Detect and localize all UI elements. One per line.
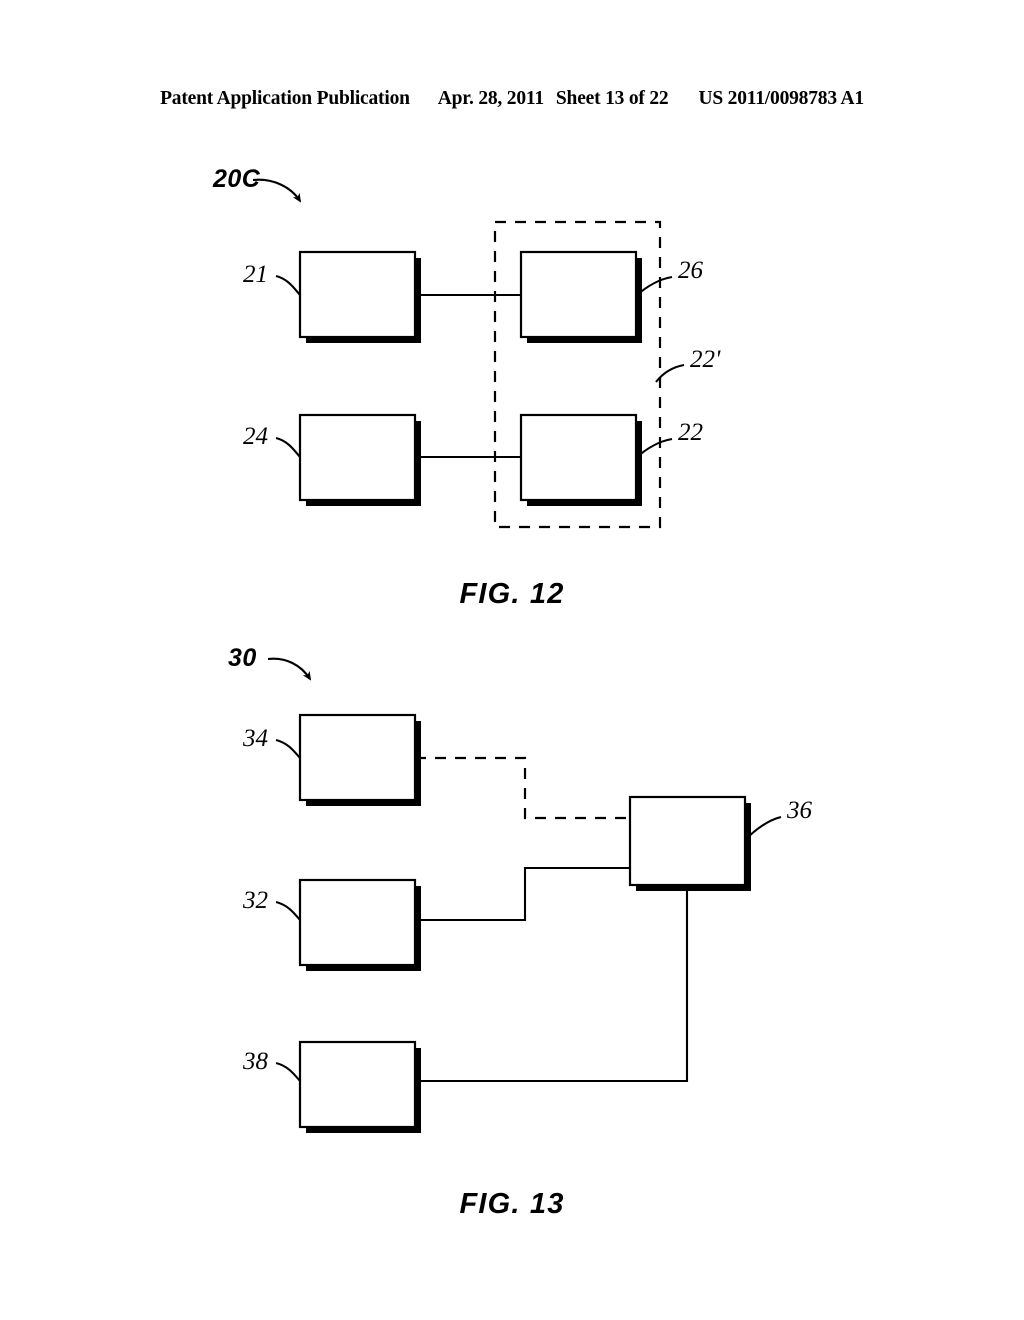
- fig-12-ref-26: 26: [678, 257, 703, 284]
- fig-12-system-label: 20C: [213, 165, 261, 193]
- fig-13-system-label: 30: [228, 644, 257, 672]
- fig-12-leader-22-prime: [655, 363, 685, 383]
- box-21-shadow: [306, 258, 421, 343]
- fig-12-caption: FIG. 12: [459, 578, 565, 610]
- box-38: [298, 1040, 417, 1129]
- fig-12-group: [252, 178, 685, 529]
- box-36: [628, 795, 747, 887]
- fig-12-leader-22: [635, 437, 673, 459]
- box-38-shadow: [306, 1048, 421, 1133]
- fig-12-ref-22: 22: [678, 419, 703, 446]
- header-date: Apr. 28, 2011: [437, 88, 544, 109]
- figure-linework: [252, 178, 782, 1133]
- box-32: [298, 878, 417, 967]
- box-21: [298, 250, 417, 339]
- box-36-shadow: [636, 803, 751, 891]
- fig-13-connector-34-36: [415, 756, 630, 820]
- fig-12-leader-21: [275, 274, 301, 296]
- fig-13-leader-32: [275, 900, 301, 921]
- box-32-shadow: [306, 886, 421, 971]
- fig-12-ref-24: 24: [243, 423, 268, 450]
- fig-13-connector-32-36: [415, 866, 630, 922]
- box-24-shadow: [306, 421, 421, 506]
- fig-13-connector-36-38: [415, 885, 689, 1083]
- fig-13-leader-36: [744, 815, 782, 841]
- fig-13-caption: FIG. 13: [459, 1188, 565, 1220]
- fig-13-ref-32: 32: [243, 887, 268, 914]
- box-22-shadow: [527, 421, 642, 506]
- page-header: Patent Application Publication Apr. 28, …: [0, 88, 1024, 114]
- fig-12-ref-21: 21: [243, 261, 268, 288]
- fig-12-dashed-enclosure: [493, 220, 662, 529]
- fig-13-ref-34: 34: [243, 725, 268, 752]
- fig-13-leader-38: [275, 1061, 301, 1082]
- fig-13-leader-34: [275, 738, 301, 759]
- fig-13-ref-38: 38: [243, 1048, 268, 1075]
- header-patent-number: US 2011/0098783 A1: [698, 88, 864, 109]
- fig-13-ref-36: 36: [787, 797, 812, 824]
- fig-12-ref-22-prime: 22': [690, 346, 721, 373]
- box-22: [519, 413, 638, 502]
- box-24: [298, 413, 417, 502]
- box-26-shadow: [527, 258, 642, 343]
- fig-13-group: [267, 657, 782, 1133]
- header-sheet: Sheet 13 of 22: [555, 88, 669, 109]
- box-34: [298, 713, 417, 802]
- fig-13-system-arrow: [267, 657, 312, 681]
- box-34-shadow: [306, 721, 421, 806]
- fig-12-leader-26: [635, 275, 673, 297]
- header-publication: Patent Application Publication: [160, 88, 410, 109]
- box-26: [519, 250, 638, 339]
- fig-12-leader-24: [275, 436, 301, 458]
